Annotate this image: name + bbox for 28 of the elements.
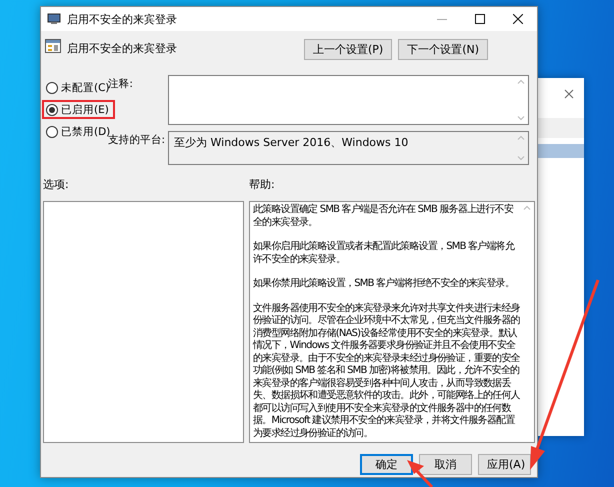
options-label: 选项:	[43, 177, 70, 193]
comment-field[interactable]	[168, 75, 529, 125]
help-paragraph: 如果你禁用此策略设置，SMB 客户端将拒绝不安全的来宾登录。	[253, 278, 516, 290]
help-paragraph: 此策略设置确定 SMB 客户端是否允许在 SMB 服务器上进行不安全的来宾登录。	[253, 204, 514, 229]
nav-button[interactable]: 下一个设置(N)	[398, 39, 488, 60]
scroll-up-icon[interactable]	[523, 205, 531, 210]
scroll-up-icon[interactable]	[517, 135, 525, 140]
dialog-button[interactable]: 应用(A)	[478, 454, 531, 475]
annotation-arrow	[407, 460, 434, 487]
close-icon[interactable]	[513, 14, 523, 24]
maximize-icon[interactable]	[475, 14, 485, 24]
policy-icon	[45, 39, 61, 53]
scroll-down-icon[interactable]	[517, 156, 525, 161]
state-radio[interactable]: 已启用(E)	[42, 100, 115, 119]
scroll-down-icon[interactable]	[517, 116, 525, 121]
dialog-button[interactable]: 取消	[419, 454, 472, 475]
help-label: 帮助:	[249, 177, 276, 193]
dialog-button[interactable]: 确定	[360, 454, 413, 475]
policy-title: 启用不安全的来宾登录	[67, 41, 178, 56]
help-paragraph: 文件服务器使用不安全的来宾登录来允许对共享文件夹进行未经身份验证的访问。尽管在企业环境中不太常见，但充当文件服务器的消费型网络附加存储(NAS)设备经常使用不安全的来宾登录。默认情况下，Windows 文件服务器要求身份验证并且不会使用不安全的来宾登录。由于不安全的来宾登录未经过身份验证，重要的安全功能(例如 SMB 签名和 SMB 加密)将被禁用。因此，允许不安全的来宾登录的客户端很容易受到各种中间人攻击，从而导致数据丢失、数据损坏和遭受恶意软件的攻击。此外，可能网络上的任何人都可以访问写入到使用不安全来宾登录的文件服务器中的任何数据。Microsoft 建议禁用不安全的来宾登录，并将文件服务器配置为要求经过身份验证的访问。	[253, 302, 520, 440]
platform-field: 至少为 Windows Server 2016、Windows 10	[168, 131, 529, 165]
comment-label: 注释:	[108, 77, 134, 90]
window-title: 启用不安全的来宾登录	[67, 12, 178, 26]
scroll-up-icon[interactable]	[517, 79, 525, 84]
platform-label: 支持的平台:	[108, 134, 166, 148]
nav-button[interactable]: 上一个设置(P)	[304, 39, 392, 60]
app-icon	[47, 13, 61, 25]
help-paragraph: 如果你启用此策略设置或者未配置此策略设置，SMB 客户端将允许不安全的来宾登录。	[253, 241, 516, 266]
